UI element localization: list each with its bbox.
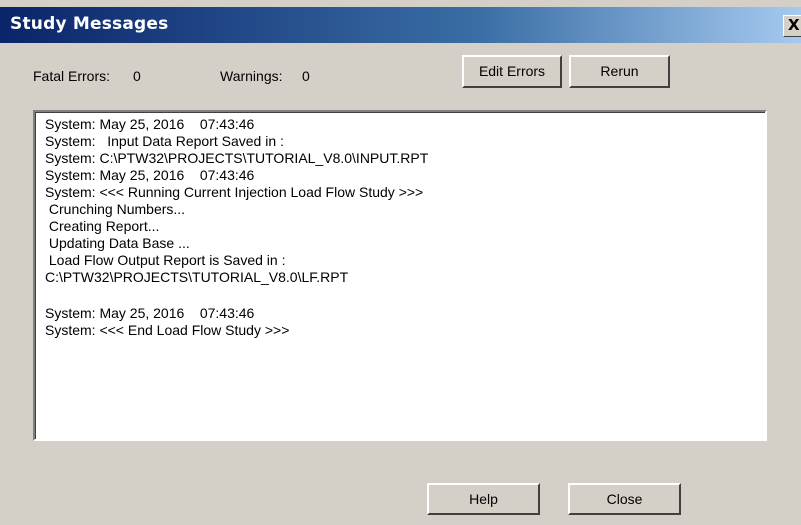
message-line: Updating Data Base ... <box>45 235 190 251</box>
warnings-label: Warnings: <box>220 68 283 84</box>
warnings-count: 0 <box>302 68 310 84</box>
message-line: Crunching Numbers... <box>45 201 186 217</box>
message-line: System: C:\PTW32\PROJECTS\TUTORIAL_V8.0\… <box>45 150 429 166</box>
help-button[interactable]: Help <box>427 483 540 515</box>
message-line: System: Input Data Report Saved in : <box>45 133 284 149</box>
message-line: System: May 25, 2016 07:43:46 <box>45 305 255 321</box>
message-line: C:\PTW32\PROJECTS\TUTORIAL_V8.0\LF.RPT <box>45 269 349 285</box>
study-messages-dialog: Study Messages X Fatal Errors: 0 Warning… <box>0 0 801 525</box>
message-line: System: <<< End Load Flow Study >>> <box>45 322 290 338</box>
message-line: System: May 25, 2016 07:43:46 <box>45 167 255 183</box>
fatal-errors-count: 0 <box>133 68 141 84</box>
fatal-errors-label: Fatal Errors: <box>33 68 111 84</box>
message-line: Creating Report... <box>45 218 160 234</box>
message-line: System: <<< Running Current Injection Lo… <box>45 184 424 200</box>
dialog-title: Study Messages <box>10 14 169 34</box>
message-line: Load Flow Output Report is Saved in : <box>45 252 286 268</box>
close-button[interactable]: Close <box>568 483 681 515</box>
messages-textarea[interactable]: System: May 25, 2016 07:43:46 System: In… <box>33 110 767 441</box>
title-bar[interactable]: Study Messages X <box>0 7 801 43</box>
message-line: System: May 25, 2016 07:43:46 <box>45 116 255 132</box>
edit-errors-button[interactable]: Edit Errors <box>462 55 562 88</box>
rerun-button[interactable]: Rerun <box>569 55 670 88</box>
title-close-button[interactable]: X <box>783 15 801 37</box>
close-icon: X <box>788 16 800 34</box>
